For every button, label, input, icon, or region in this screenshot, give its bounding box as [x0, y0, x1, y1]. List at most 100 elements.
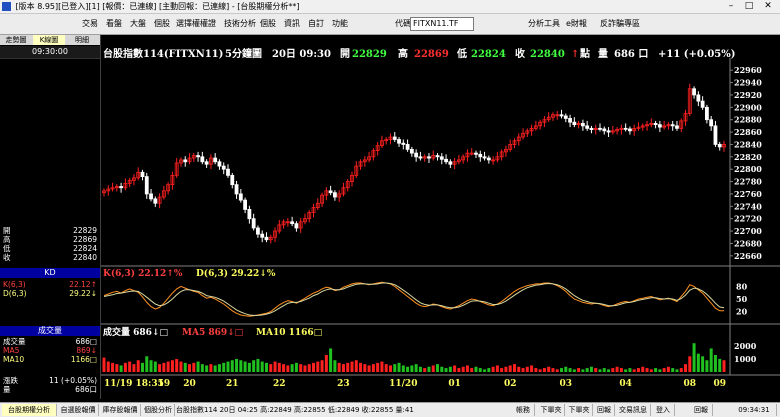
- volume-bar: [465, 365, 469, 372]
- price-tick-label: 22940: [734, 78, 762, 88]
- volume-bar: [440, 366, 444, 372]
- volume-bar: [235, 358, 239, 372]
- volume-bar: [555, 369, 559, 372]
- volume-bar: [675, 369, 679, 372]
- candle-body: [200, 156, 205, 163]
- volume-bar: [205, 365, 209, 372]
- candle-body: [256, 227, 260, 235]
- order-folder2-button[interactable]: 下單夾: [566, 404, 593, 416]
- candle-body: [653, 123, 658, 126]
- volume-bar: [517, 366, 521, 372]
- volume-bar: [303, 365, 307, 372]
- volume-bar: [111, 362, 115, 372]
- volume-bar: [247, 362, 251, 372]
- kline-chart[interactable]: 台股指數114(FITXN11) 5分鐘圖 20日 09:30 開 22829 …: [0, 0, 780, 416]
- ma10-label: MA10 1166□: [256, 328, 322, 338]
- trade-message-button[interactable]: 交易訊息: [616, 404, 651, 416]
- candle-body: [559, 114, 564, 117]
- tab-watchlist[interactable]: 自選股報價: [58, 404, 99, 416]
- tab-options-analysis[interactable]: 台股期權分析: [2, 404, 57, 416]
- volume-bar: [273, 361, 277, 372]
- volume-bar: [632, 369, 636, 372]
- candle-body: [221, 165, 226, 170]
- volume-bar: [260, 361, 264, 372]
- x-axis-label: 04: [619, 379, 632, 389]
- volume-bar: [696, 353, 700, 372]
- volume-bar: [397, 362, 401, 372]
- candle-body: [572, 121, 577, 126]
- candle-body: [606, 130, 611, 133]
- close-value: 22840: [530, 49, 565, 60]
- volume-bar: [230, 360, 234, 372]
- candle-body: [392, 136, 397, 140]
- candle-body: [213, 157, 218, 163]
- tab-stock-analysis[interactable]: 個股分析: [142, 404, 175, 416]
- price-tick-label: 22860: [734, 127, 762, 137]
- candle-body: [294, 223, 299, 229]
- volume-bar: [290, 364, 294, 372]
- volume-bar: [581, 369, 585, 372]
- volume-bar: [307, 364, 311, 372]
- volume-bar: [692, 343, 696, 372]
- candle-body: [264, 236, 269, 241]
- ma5-label: MA5 869↓□: [182, 328, 243, 338]
- volume-bar: [380, 361, 384, 372]
- volume-bar: [333, 360, 337, 372]
- candle-body: [444, 158, 448, 163]
- candle-body: [427, 156, 431, 159]
- volume-bar: [252, 360, 256, 372]
- order-folder-button[interactable]: 下單夾: [538, 404, 565, 416]
- volume-bar: [444, 368, 448, 372]
- candle-body: [153, 198, 158, 204]
- volume-bar: [320, 360, 324, 372]
- price-tick-label: 22720: [734, 214, 762, 224]
- candle-body: [260, 233, 265, 238]
- volume-bar: [312, 362, 316, 372]
- volume-bar: [423, 368, 427, 372]
- volume-bar: [286, 365, 290, 372]
- low-label: 低: [456, 47, 467, 60]
- x-axis-label: 11/20: [389, 379, 417, 389]
- volume-bar: [547, 366, 551, 372]
- price-tick-label: 22820: [734, 152, 762, 162]
- candle-body: [226, 168, 230, 176]
- account-button[interactable]: 帳務: [512, 404, 535, 416]
- volume-bar: [217, 364, 221, 372]
- volume-bar: [662, 368, 666, 372]
- volume-bar: [671, 368, 675, 372]
- volume-bar: [709, 348, 713, 372]
- volume-bar: [611, 368, 615, 372]
- candle-body: [144, 176, 149, 195]
- volume-bar: [722, 360, 726, 372]
- candle-body: [657, 124, 662, 128]
- volume-bar: [359, 362, 363, 372]
- volume-bar: [525, 366, 529, 372]
- candle-body: [140, 171, 145, 178]
- volume-bar: [209, 364, 213, 372]
- volume-bar: [384, 364, 388, 372]
- chart-period: 5分鐘圖: [225, 47, 262, 60]
- kd-tick-label: 50: [736, 294, 748, 304]
- volume-bar: [145, 356, 149, 372]
- x-axis-label: 03: [560, 379, 573, 389]
- high-label: 高: [398, 47, 408, 60]
- kd-tick-label: 20: [736, 307, 748, 317]
- candle-body: [238, 193, 243, 201]
- report-button[interactable]: 回報: [594, 404, 615, 416]
- volume-bar: [495, 365, 499, 372]
- kd-axis-labels: 20 50 80: [736, 281, 748, 316]
- x-axis-label: 01: [448, 379, 461, 389]
- price-tick-label: 22660: [734, 251, 762, 261]
- volume-bar: [585, 368, 589, 372]
- login-button[interactable]: 登入: [652, 404, 675, 416]
- vol-label: 成交量 686↓□: [103, 326, 168, 338]
- report-status-button[interactable]: 回報: [690, 404, 713, 416]
- volume-bar: [128, 361, 132, 372]
- volume-bar: [684, 364, 688, 372]
- tab-inventory[interactable]: 庫存股報價: [100, 404, 141, 416]
- volume-bar: [243, 361, 247, 372]
- candle-body: [401, 142, 406, 145]
- candle-body: [478, 153, 483, 158]
- up-arrow-icon: ↑: [571, 49, 579, 60]
- volume-bar: [132, 364, 136, 372]
